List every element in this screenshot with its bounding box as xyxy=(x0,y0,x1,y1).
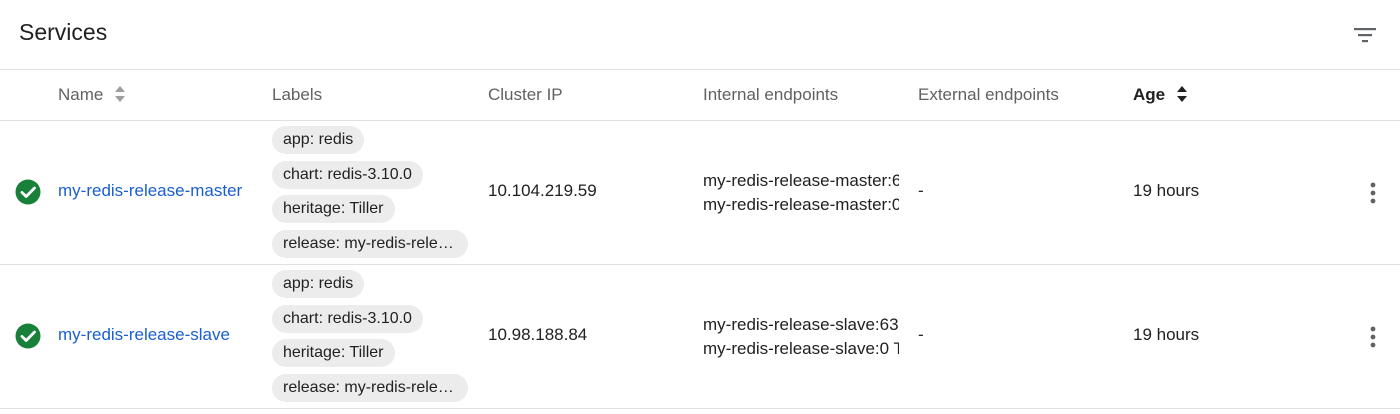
label-chip: release: my-redis-release xyxy=(272,373,468,402)
labels-list: app: redis chart: redis-3.10.0 heritage:… xyxy=(272,126,472,264)
column-header-internal-endpoints: Internal endpoints xyxy=(703,85,839,104)
filter-button[interactable] xyxy=(1350,20,1380,50)
labels-list: app: redis chart: redis-3.10.0 heritage:… xyxy=(272,270,472,408)
label-chip: app: redis xyxy=(272,126,365,154)
table-header: Name Labels Cluster IP Internal endpoint… xyxy=(0,70,1400,121)
service-name-link[interactable]: my-redis-release-slave xyxy=(58,325,230,345)
column-header-age[interactable]: Age xyxy=(1133,70,1188,120)
check-circle-icon xyxy=(15,179,41,205)
cluster-ip: 10.98.188.84 xyxy=(488,325,588,344)
column-header-external-endpoints: External endpoints xyxy=(918,85,1059,104)
column-header-name[interactable]: Name xyxy=(58,70,126,120)
page-title: Services xyxy=(19,19,108,45)
internal-endpoints: my-redis-release-master:6379 TCP my-redi… xyxy=(703,169,899,217)
age: 19 hours xyxy=(1133,325,1200,344)
label-chip: release: my-redis-release xyxy=(272,229,468,258)
table-row: my-redis-release-master app: redis chart… xyxy=(0,121,1400,265)
column-header-labels: Labels xyxy=(272,85,323,104)
external-endpoints: - xyxy=(918,325,924,344)
column-header-cluster-ip: Cluster IP xyxy=(488,85,563,104)
sort-icon xyxy=(115,86,126,103)
row-actions-button[interactable] xyxy=(1361,178,1385,208)
more-vert-icon xyxy=(1370,182,1376,204)
service-name-link[interactable]: my-redis-release-master xyxy=(58,181,242,201)
column-header-label: Name xyxy=(58,85,104,104)
services-card: Services Name Labels Cluster IP Internal… xyxy=(0,0,1400,414)
card-header: Services xyxy=(0,0,1400,70)
more-vert-icon xyxy=(1370,326,1376,348)
sort-icon xyxy=(1176,86,1187,103)
label-chip: heritage: Tiller xyxy=(272,339,395,367)
cluster-ip: 10.104.219.59 xyxy=(488,181,597,200)
label-chip: app: redis xyxy=(272,270,365,298)
internal-endpoint: my-redis-release-slave:0 TCP xyxy=(703,339,899,358)
row-actions-button[interactable] xyxy=(1361,322,1385,352)
label-chip: chart: redis-3.10.0 xyxy=(272,160,423,189)
internal-endpoints: my-redis-release-slave:6379 TCP my-redis… xyxy=(703,313,899,361)
internal-endpoint: my-redis-release-master:6379 TCP xyxy=(703,171,899,190)
internal-endpoint: my-redis-release-master:0 TCP xyxy=(703,195,899,214)
label-chip: chart: redis-3.10.0 xyxy=(272,304,423,333)
external-endpoints: - xyxy=(918,181,924,200)
filter-list-icon xyxy=(1354,28,1376,43)
check-circle-icon xyxy=(15,323,41,349)
label-chip: heritage: Tiller xyxy=(272,195,395,223)
column-header-label: Age xyxy=(1133,85,1166,104)
table-row: my-redis-release-slave app: redis chart:… xyxy=(0,265,1400,409)
age: 19 hours xyxy=(1133,181,1200,200)
internal-endpoint: my-redis-release-slave:6379 TCP xyxy=(703,315,899,334)
